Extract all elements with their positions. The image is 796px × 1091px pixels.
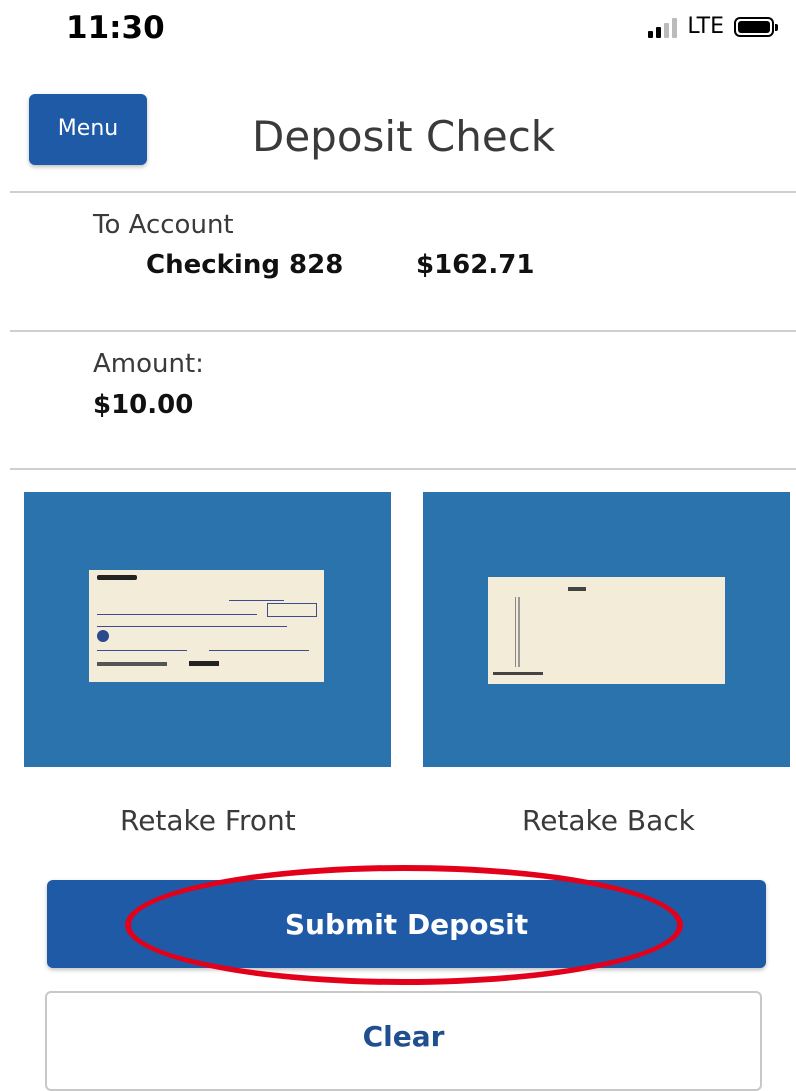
divider — [10, 330, 796, 332]
account-name: Checking 828 — [146, 250, 344, 280]
status-time: 11:30 — [66, 10, 165, 46]
signal-icon — [648, 16, 678, 38]
clear-button[interactable]: Clear — [45, 991, 762, 1091]
to-account-label: To Account — [93, 210, 234, 240]
status-bar: 11:30 LTE — [0, 0, 796, 60]
check-front-image[interactable] — [24, 492, 391, 767]
battery-icon — [734, 16, 778, 37]
retake-front-button[interactable]: Retake Front — [120, 804, 296, 837]
amount-label: Amount: — [93, 349, 204, 379]
account-balance: $162.71 — [416, 250, 535, 280]
retake-back-button[interactable]: Retake Back — [522, 804, 695, 837]
submit-deposit-button[interactable]: Submit Deposit — [47, 880, 766, 968]
divider — [10, 191, 796, 193]
menu-button[interactable]: Menu — [29, 94, 147, 165]
amount-value: $10.00 — [93, 390, 194, 420]
network-type: LTE — [687, 14, 724, 39]
check-back-image[interactable] — [423, 492, 790, 767]
divider — [10, 468, 796, 470]
status-indicators: LTE — [648, 14, 778, 39]
page-title: Deposit Check — [252, 112, 556, 161]
